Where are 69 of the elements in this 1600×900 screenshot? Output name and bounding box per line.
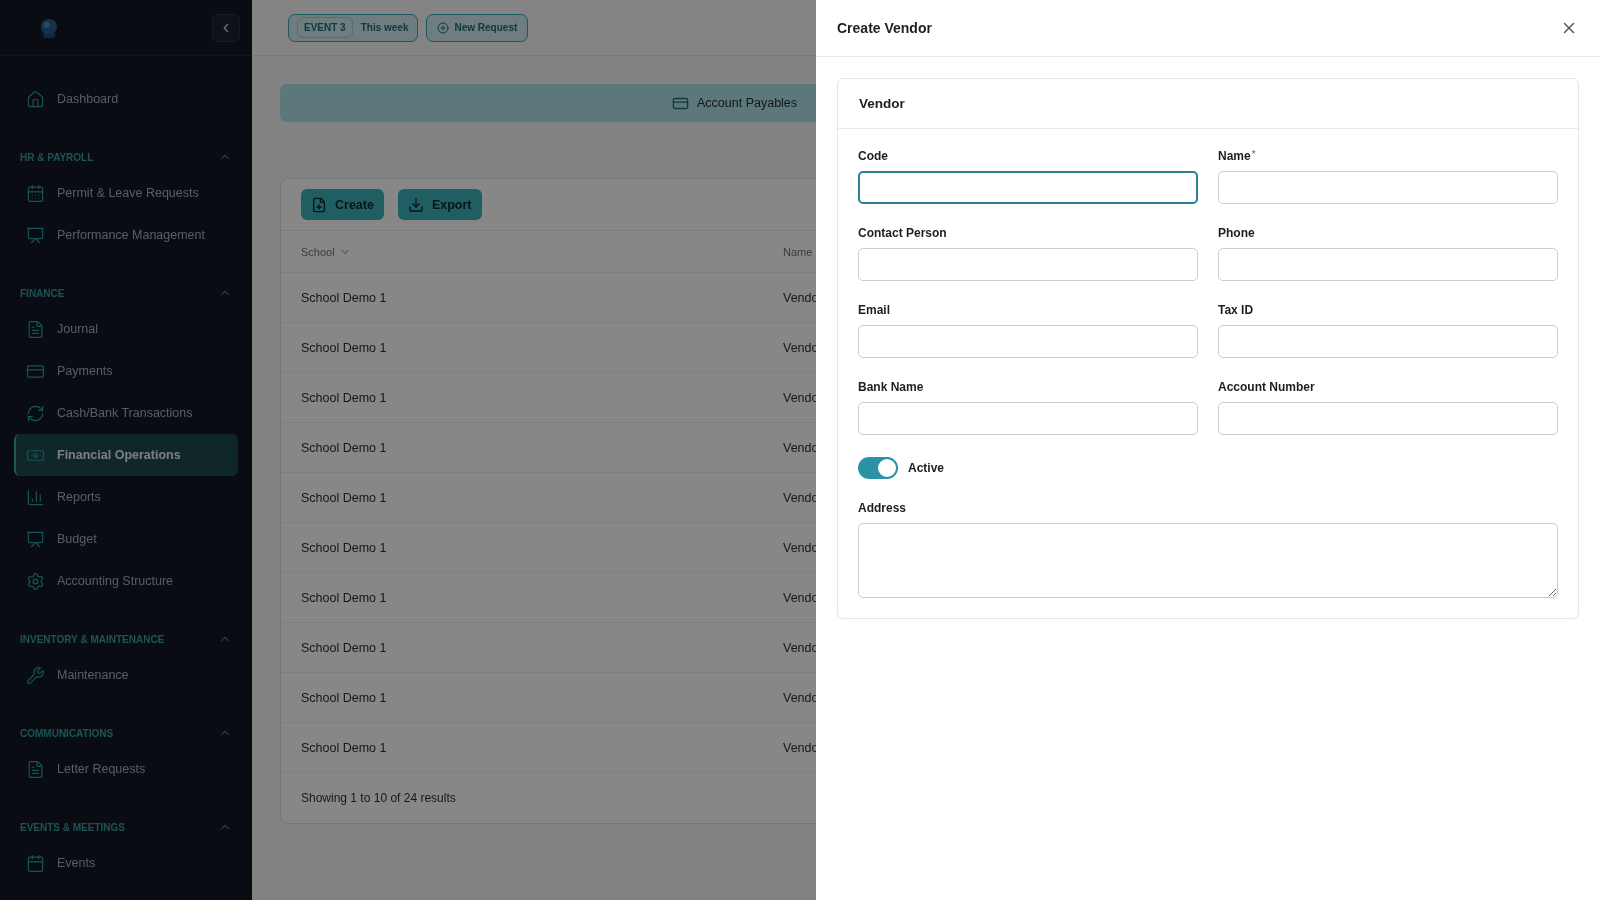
field-label: Phone: [1218, 226, 1255, 240]
address-field[interactable]: [858, 523, 1558, 598]
sidebar-item[interactable]: Journal: [14, 308, 238, 350]
sidebar-item[interactable]: Maintenance: [14, 654, 238, 696]
settings-icon: [26, 571, 45, 591]
banner-label[interactable]: Account Payables: [697, 96, 798, 110]
action-button[interactable]: Export: [397, 189, 482, 220]
results-summary: Showing 1 to 10 of 24 results: [300, 790, 457, 807]
home-icon: [26, 89, 45, 109]
sidebar-item[interactable]: Events: [14, 842, 238, 884]
sidebar-item[interactable]: Financial Operations: [14, 434, 238, 476]
event-badge: EVENT 3: [297, 17, 353, 38]
sidebar-item[interactable]: Reports: [14, 476, 238, 518]
input-field[interactable]: [858, 171, 1198, 204]
field-label: Account Number: [1218, 380, 1315, 394]
file-plus-icon: [311, 196, 327, 213]
field-label: Contact Person: [858, 226, 947, 240]
table-cell-text: School Demo 1: [301, 690, 388, 705]
sidebar-item[interactable]: Performance Management: [14, 214, 238, 256]
table-cell-text: School Demo 1: [301, 740, 388, 755]
plus-circle-icon: [436, 21, 449, 34]
field-label: Tax ID: [1218, 303, 1254, 317]
table-cell-text: School Demo 1: [301, 390, 388, 405]
field-label: Address: [858, 501, 908, 515]
field-label: Name: [1218, 149, 1251, 163]
table-cell-text: School Demo 1: [301, 590, 388, 605]
table-cell-text: School Demo 1: [301, 640, 388, 655]
section-title: INVENTORY & MAINTENANCE: [20, 633, 165, 645]
calendar-icon: [26, 853, 45, 873]
card-title: Vendor: [859, 96, 905, 111]
event-chip[interactable]: EVENT 3 This week: [288, 13, 418, 42]
column-header[interactable]: School: [301, 245, 783, 258]
sidebar-item[interactable]: Payments: [14, 350, 238, 392]
section-title: FINANCE: [20, 287, 65, 299]
table-cell-text: School Demo 1: [301, 540, 388, 555]
download-icon: [407, 196, 424, 213]
section-title: HR & PAYROLL: [20, 151, 94, 163]
chart-board-icon: [26, 225, 45, 245]
table-cell-text: School Demo 1: [301, 290, 388, 305]
sidebar-item[interactable]: Permit & Leave Requests: [14, 172, 238, 214]
section-title: COMMUNICATIONS: [20, 727, 114, 739]
field-label: Email: [858, 303, 890, 317]
toggle-label: Active: [908, 461, 945, 475]
column-header: Name: [783, 245, 814, 258]
table-cell-text: School Demo 1: [301, 440, 388, 455]
table-cell-text: School Demo 1: [301, 490, 388, 505]
tools-icon: [26, 665, 45, 685]
sidebar-item[interactable]: Accounting Structure: [14, 560, 238, 602]
document-icon: [26, 759, 45, 779]
document-icon: [26, 319, 45, 339]
sidebar-item[interactable]: Budget: [14, 518, 238, 560]
collapse-button[interactable]: ‹: [212, 13, 240, 42]
sidebar-item[interactable]: Cash/Bank Transactions: [14, 392, 238, 434]
bar-chart-icon: [26, 487, 45, 507]
chart-board-icon: [26, 529, 45, 549]
refresh-icon: [26, 403, 45, 423]
field-label: Bank Name: [858, 380, 924, 394]
sidebar-item[interactable]: Dashboard: [14, 78, 238, 120]
required-mark: *: [1251, 149, 1256, 160]
field-label: Code: [858, 149, 888, 163]
new-request-button[interactable]: New Request: [425, 13, 529, 42]
table-cell-text: School Demo 1: [301, 340, 388, 355]
section-title: EVENTS & MEETINGS: [20, 821, 125, 833]
event-label: This week: [360, 22, 409, 33]
drawer-title: Create Vendor: [837, 20, 932, 36]
sidebar-item[interactable]: Letter Requests: [14, 748, 238, 790]
action-button[interactable]: Create: [301, 189, 384, 220]
calendar-icon: [26, 183, 45, 203]
toggle-switch[interactable]: [858, 457, 898, 479]
